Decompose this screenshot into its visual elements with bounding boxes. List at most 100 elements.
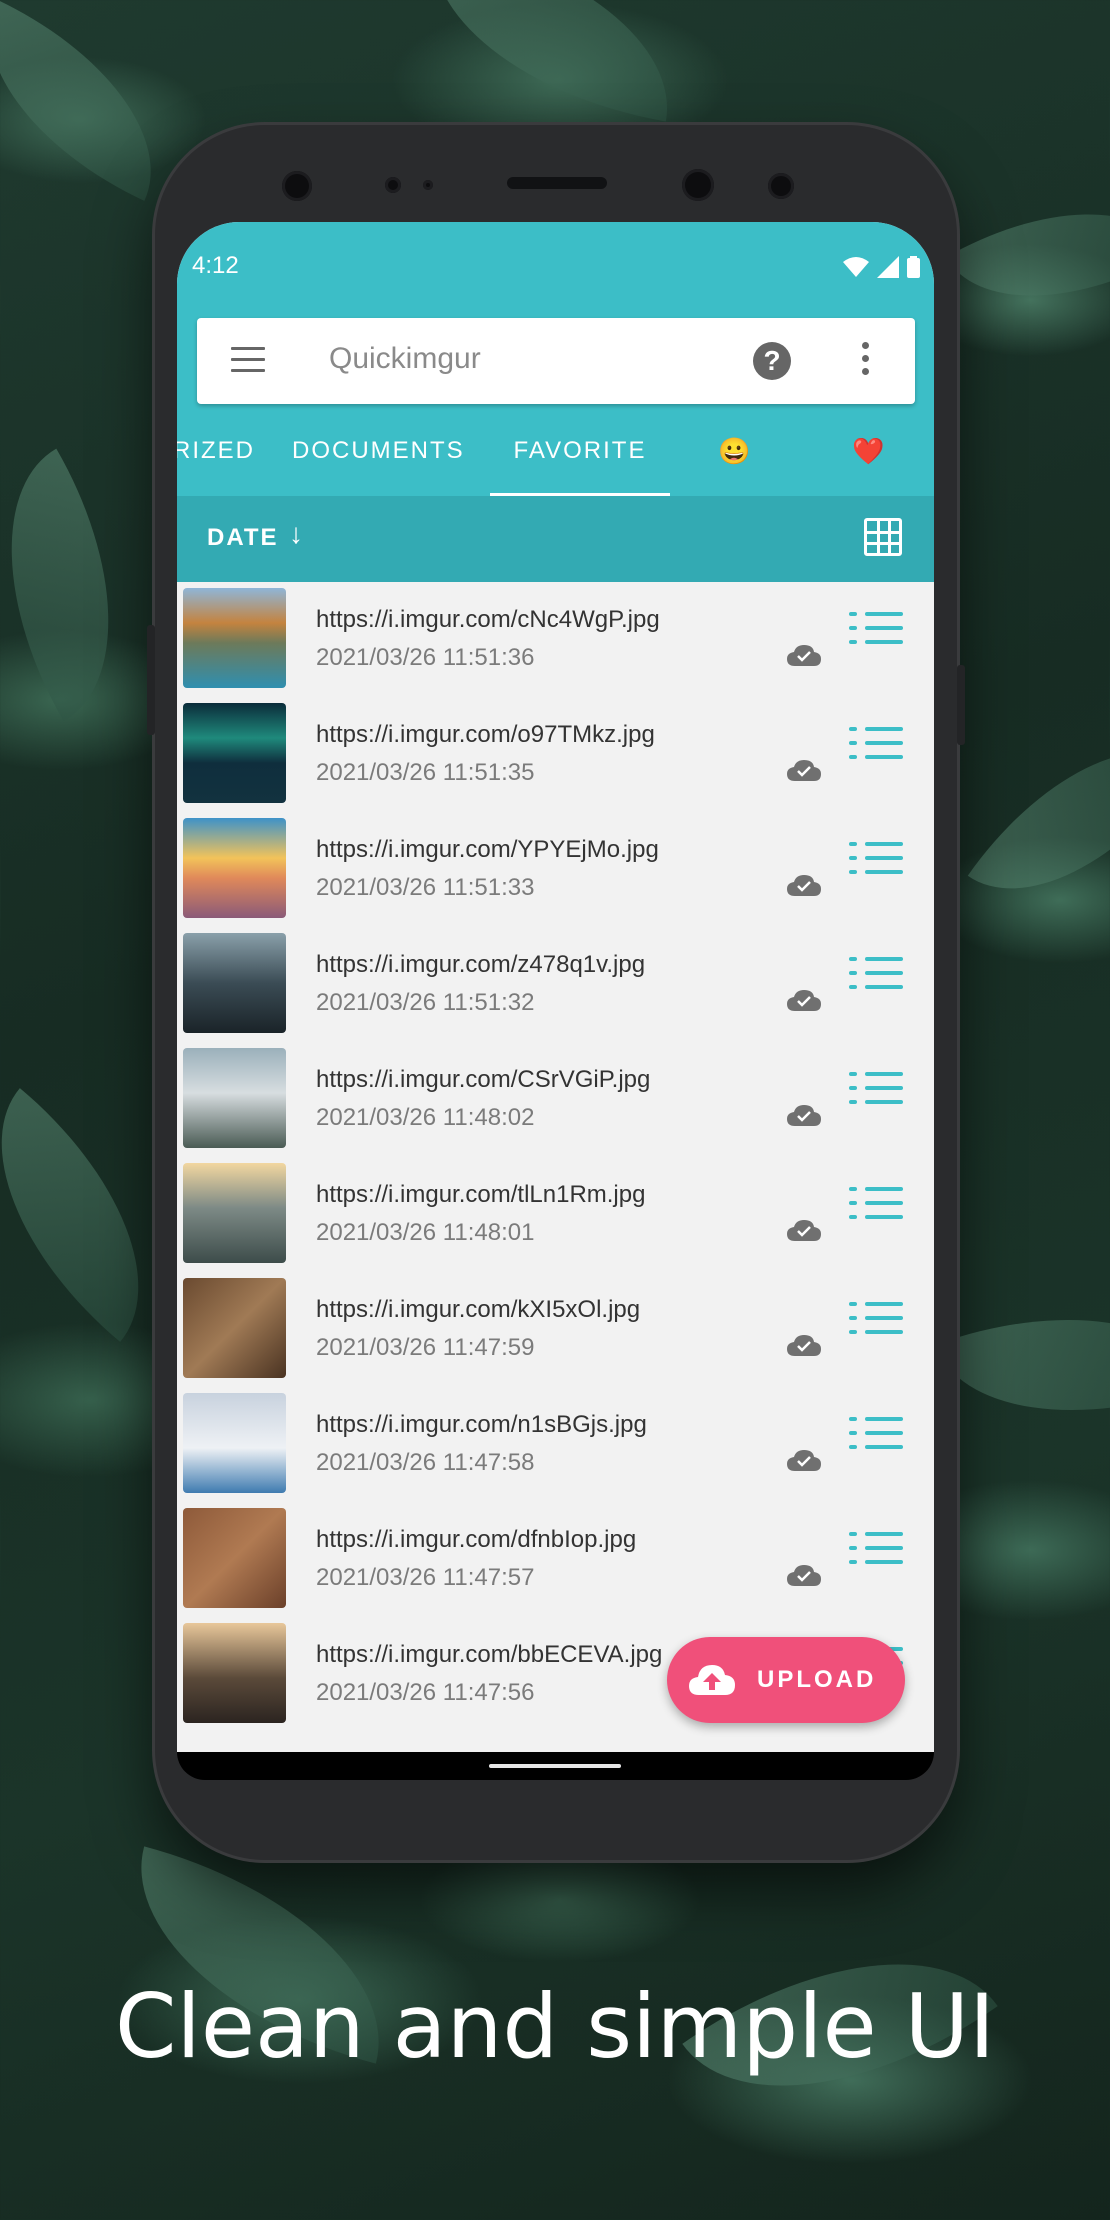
grid-icon[interactable] [864, 518, 902, 556]
list-item[interactable]: https://i.imgur.com/n1sBGjs.jpg 2021/03/… [177, 1387, 934, 1502]
sort-direction-icon[interactable]: ↓ [289, 518, 303, 550]
battery-icon [907, 256, 920, 278]
image-url: https://i.imgur.com/z478q1v.jpg [316, 951, 646, 978]
image-date: 2021/03/26 11:51:33 [316, 874, 535, 901]
image-date: 2021/03/26 11:47:58 [316, 1449, 535, 1476]
list-icon[interactable] [849, 1302, 903, 1346]
image-date: 2021/03/26 11:51:32 [316, 989, 535, 1016]
app-bar: Quickimgur ? RIZED DOCUMENTS FAVORITE 😀 … [177, 318, 934, 496]
app-title: Quickimgur [329, 342, 481, 375]
background-leaf [0, 0, 196, 201]
image-url: https://i.imgur.com/o97TMkz.jpg [316, 721, 655, 748]
tab-heart[interactable]: ❤️ [852, 428, 886, 496]
list-item[interactable]: https://i.imgur.com/tlLn1Rm.jpg 2021/03/… [177, 1157, 934, 1272]
image-url: https://i.imgur.com/kXI5xOl.jpg [316, 1296, 641, 1323]
image-date: 2021/03/26 11:51:36 [316, 644, 535, 671]
image-url: https://i.imgur.com/YPYEjMo.jpg [316, 836, 659, 863]
list-item[interactable]: https://i.imgur.com/kXI5xOl.jpg 2021/03/… [177, 1272, 934, 1387]
image-date: 2021/03/26 11:47:59 [316, 1334, 535, 1361]
image-url: https://i.imgur.com/dfnbIop.jpg [316, 1526, 637, 1553]
tab-documents[interactable]: DOCUMENTS [292, 428, 465, 496]
sort-bar: DATE ↓ [177, 496, 934, 582]
list-item[interactable]: https://i.imgur.com/cNc4WgP.jpg 2021/03/… [177, 582, 934, 697]
category-tabs: RIZED DOCUMENTS FAVORITE 😀 ❤️ [177, 428, 934, 496]
background-leaf [409, 0, 691, 122]
cloud-done-icon [787, 1335, 821, 1356]
cloud-done-icon [787, 760, 821, 781]
list-icon[interactable] [849, 957, 903, 1001]
list-item[interactable]: https://i.imgur.com/dfnbIop.jpg 2021/03/… [177, 1502, 934, 1617]
upload-button[interactable]: UPLOAD [667, 1637, 905, 1723]
front-camera [282, 171, 312, 201]
cloud-done-icon [787, 990, 821, 1011]
image-thumbnail[interactable] [183, 1278, 286, 1378]
image-list: https://i.imgur.com/cNc4WgP.jpg 2021/03/… [177, 582, 934, 1732]
upload-label: UPLOAD [757, 1666, 877, 1693]
signal-icon [877, 256, 899, 278]
cloud-done-icon [787, 1565, 821, 1586]
cloud-done-icon [787, 1105, 821, 1126]
list-icon[interactable] [849, 727, 903, 771]
list-icon[interactable] [849, 1072, 903, 1116]
tab-label: FAVORITE [513, 437, 647, 464]
help-icon[interactable]: ? [753, 342, 791, 380]
cloud-upload-icon [689, 1665, 735, 1695]
image-date: 2021/03/26 11:48:01 [316, 1219, 535, 1246]
image-date: 2021/03/26 11:51:35 [316, 759, 535, 786]
background-leaf [945, 157, 1110, 353]
tab-categorized[interactable]: RIZED [177, 428, 255, 496]
image-thumbnail[interactable] [183, 703, 286, 803]
image-url: https://i.imgur.com/tlLn1Rm.jpg [316, 1181, 646, 1208]
image-date: 2021/03/26 11:48:02 [316, 1104, 535, 1131]
cloud-done-icon [787, 875, 821, 896]
image-thumbnail[interactable] [183, 1163, 286, 1263]
sort-by-date-button[interactable]: DATE [207, 524, 279, 552]
front-camera [682, 169, 714, 201]
list-icon[interactable] [849, 1417, 903, 1461]
tab-favorite[interactable]: FAVORITE [490, 428, 670, 496]
list-icon[interactable] [849, 1187, 903, 1231]
status-bar: 4:12 [177, 222, 934, 318]
wifi-icon [843, 257, 869, 277]
list-item[interactable]: https://i.imgur.com/o97TMkz.jpg 2021/03/… [177, 697, 934, 812]
image-thumbnail[interactable] [183, 818, 286, 918]
tab-smiley[interactable]: 😀 [718, 428, 752, 496]
phone-side-button [957, 665, 965, 745]
tab-label: DOCUMENTS [292, 437, 465, 464]
image-thumbnail[interactable] [183, 933, 286, 1033]
caption: Clean and simple UI [114, 1975, 996, 2078]
cloud-done-icon [787, 645, 821, 666]
earpiece-speaker [507, 177, 607, 189]
image-date: 2021/03/26 11:47:57 [316, 1564, 535, 1591]
phone-side-button [147, 625, 155, 735]
search-bar[interactable]: Quickimgur ? [197, 318, 915, 404]
sensor [768, 173, 794, 199]
sensor [385, 177, 401, 193]
image-date: 2021/03/26 11:47:56 [316, 1679, 535, 1706]
more-vert-icon[interactable] [861, 342, 871, 380]
list-item[interactable]: https://i.imgur.com/YPYEjMo.jpg 2021/03/… [177, 812, 934, 927]
tab-label: RIZED [177, 437, 255, 464]
image-url: https://i.imgur.com/n1sBGjs.jpg [316, 1411, 647, 1438]
image-thumbnail[interactable] [183, 588, 286, 688]
background-leaf [935, 1262, 1110, 1468]
image-thumbnail[interactable] [183, 1393, 286, 1493]
menu-icon[interactable] [231, 347, 265, 373]
list-icon[interactable] [849, 1532, 903, 1576]
sensor [423, 180, 433, 190]
smiley-emoji-icon: 😀 [718, 436, 753, 466]
home-indicator[interactable] [489, 1764, 621, 1768]
cloud-done-icon [787, 1450, 821, 1471]
image-url: https://i.imgur.com/CSrVGiP.jpg [316, 1066, 651, 1093]
list-icon[interactable] [849, 612, 903, 656]
image-thumbnail[interactable] [183, 1623, 286, 1723]
list-icon[interactable] [849, 842, 903, 886]
image-thumbnail[interactable] [183, 1048, 286, 1148]
app-screen: 4:12 Quickimgur ? RIZED DOCUMENTS FAVORI… [177, 222, 934, 1752]
cloud-done-icon [787, 1220, 821, 1241]
background-leaf [967, 695, 1110, 945]
image-thumbnail[interactable] [183, 1508, 286, 1608]
list-item[interactable]: https://i.imgur.com/CSrVGiP.jpg 2021/03/… [177, 1042, 934, 1157]
heart-emoji-icon: ❤️ [852, 436, 887, 466]
list-item[interactable]: https://i.imgur.com/z478q1v.jpg 2021/03/… [177, 927, 934, 1042]
